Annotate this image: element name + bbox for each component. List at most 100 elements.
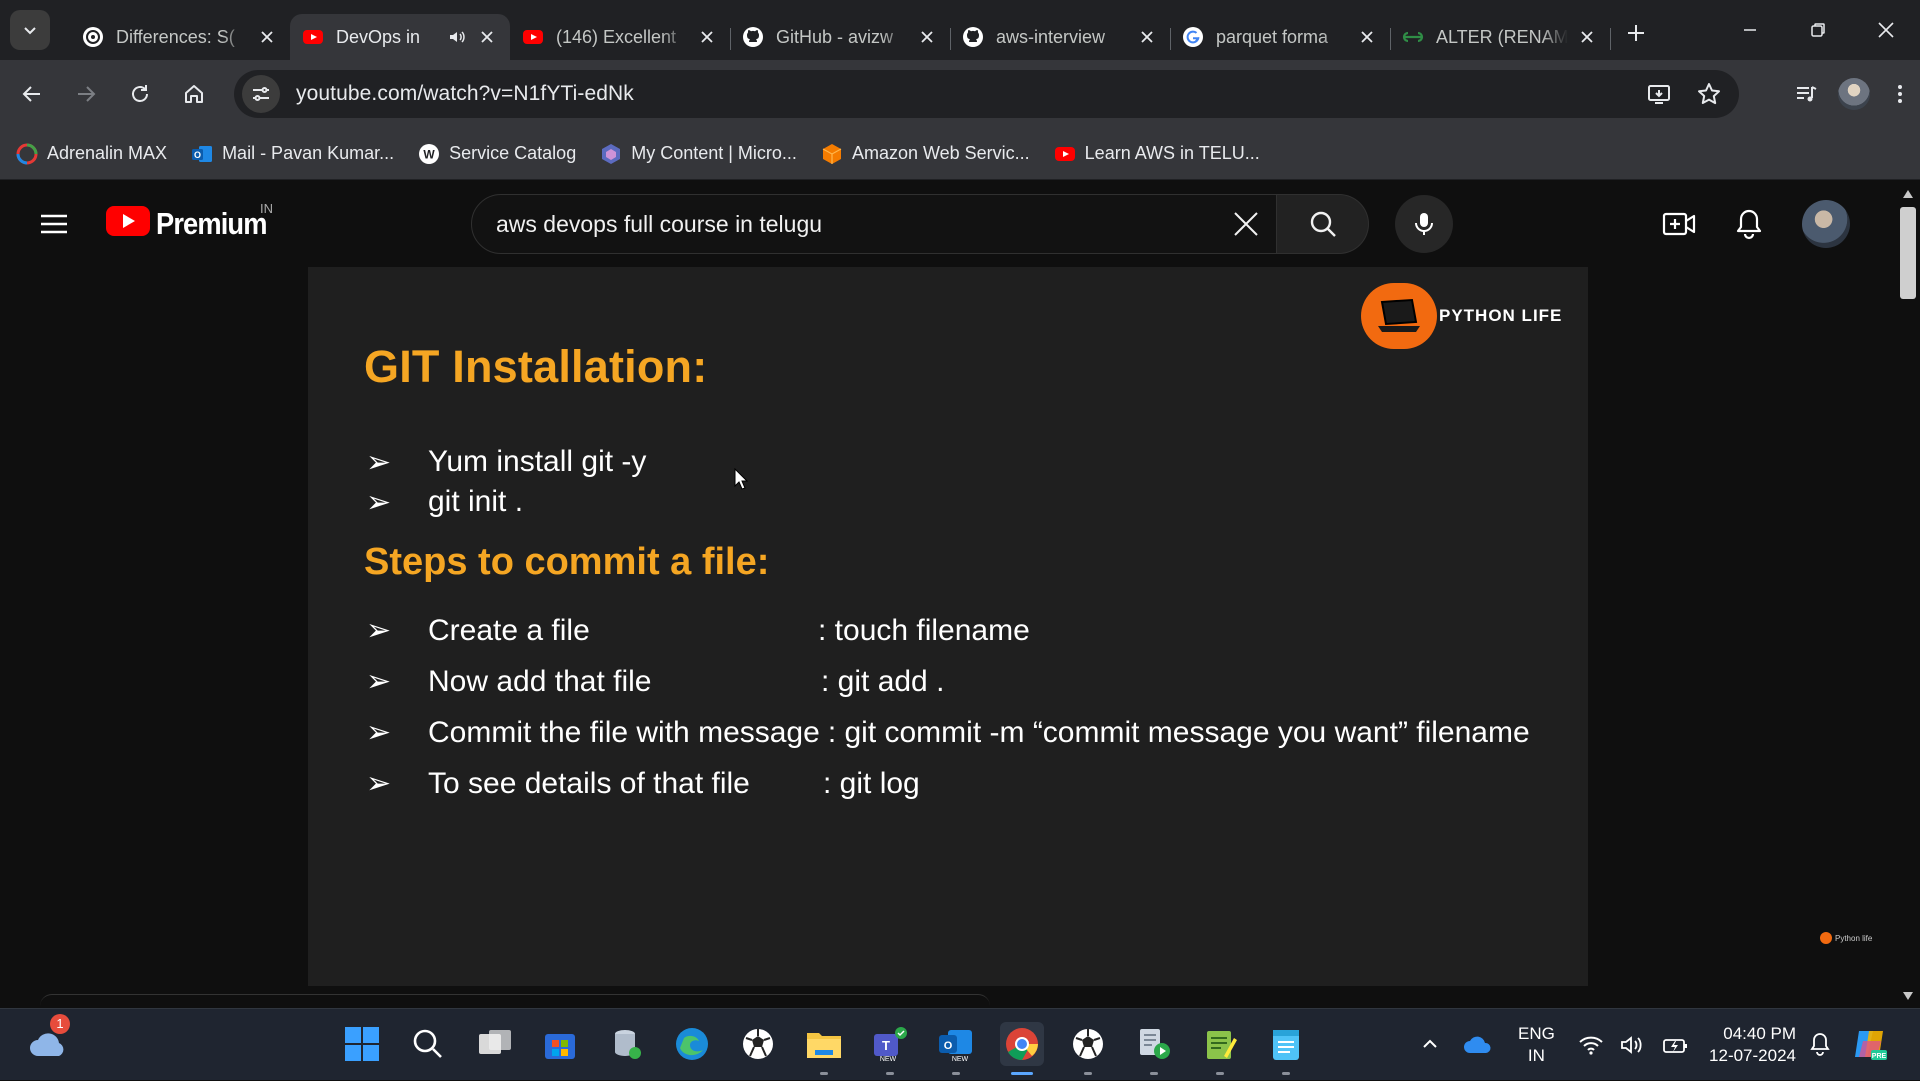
bookmark-learn-aws[interactable]: Learn AWS in TELU...	[1054, 143, 1260, 165]
step-command: : touch filename	[818, 613, 1030, 647]
reload-button[interactable]	[118, 72, 162, 116]
list-item: ➢ Now add that file : git add .	[366, 656, 1530, 707]
scroll-up-arrow-icon[interactable]	[1902, 189, 1914, 199]
step-label: To see details of that file	[428, 766, 750, 800]
svg-text:W: W	[423, 147, 435, 161]
taskbar-search-button[interactable]	[406, 1022, 450, 1066]
bookmark-aws[interactable]: Amazon Web Servic...	[821, 143, 1030, 165]
close-tab-icon[interactable]	[1356, 26, 1378, 48]
taskbar-app-notepad[interactable]	[1264, 1022, 1308, 1075]
address-bar[interactable]: youtube.com/watch?v=N1fYTi-edNk	[234, 70, 1739, 118]
tab-github-avizw[interactable]: GitHub - avizw	[730, 14, 951, 60]
minimize-button[interactable]	[1716, 0, 1784, 60]
site-info-button[interactable]	[242, 75, 280, 113]
home-button[interactable]	[172, 72, 216, 116]
tab-title: parquet forma	[1216, 26, 1329, 47]
bookmark-adrenalin[interactable]: Adrenalin MAX	[16, 143, 167, 165]
restore-button[interactable]	[1784, 0, 1852, 60]
tab-devops[interactable]: DevOps in	[290, 14, 510, 60]
watermark-logo-icon	[1820, 932, 1832, 944]
search-input[interactable]: aws devops full course in telugu	[496, 211, 1216, 238]
language-indicator[interactable]: ENG IN	[1518, 1023, 1555, 1067]
steps-title: Steps to commit a file:	[364, 541, 770, 583]
media-controls-icon[interactable]	[1794, 82, 1818, 106]
back-button[interactable]	[10, 72, 54, 116]
python-life-logo: PYTHON LIFE	[1361, 283, 1562, 349]
mouse-cursor-icon	[734, 468, 748, 490]
url-text[interactable]: youtube.com/watch?v=N1fYTi-edNk	[296, 82, 634, 106]
tab-differences[interactable]: Differences: S(	[70, 14, 290, 60]
copilot-button[interactable]: PRE	[1848, 1022, 1892, 1066]
list-item: ➢ To see details of that file : git log	[366, 758, 1530, 809]
taskbar-app-notepad-plus[interactable]	[1198, 1022, 1242, 1075]
search-box[interactable]: aws devops full course in telugu	[471, 194, 1277, 254]
onedrive-tray[interactable]	[1456, 1022, 1500, 1066]
taskbar-app-football[interactable]	[736, 1022, 780, 1066]
account-avatar[interactable]	[1802, 200, 1850, 248]
taskbar-app-store[interactable]	[538, 1022, 582, 1066]
taskbar-app-chrome[interactable]	[1000, 1022, 1044, 1075]
tab-separator	[1610, 28, 1611, 50]
bookmark-star-icon[interactable]	[1697, 82, 1721, 106]
watermark: Python life	[1820, 932, 1872, 944]
close-tab-icon[interactable]	[1136, 26, 1158, 48]
notifications-button[interactable]	[1798, 1022, 1842, 1066]
tab-aws-interview[interactable]: aws-interview	[950, 14, 1171, 60]
youtube-premium-logo[interactable]: Premium IN	[106, 201, 282, 243]
svg-text:NEW: NEW	[880, 1056, 897, 1062]
bookmark-mail[interactable]: O Mail - Pavan Kumar...	[191, 143, 394, 165]
taskbar-app-file-explorer[interactable]	[802, 1022, 846, 1075]
install-steps-list: ➢ Yum install git -y ➢ git init .	[366, 442, 646, 522]
page-scrollbar[interactable]	[1896, 181, 1920, 1005]
taskbar-app-football-2[interactable]	[1066, 1022, 1110, 1075]
video-player[interactable]: PYTHON LIFE GIT Installation: ➢ Yum inst…	[308, 267, 1588, 986]
svg-text:O: O	[194, 150, 201, 160]
install-app-icon[interactable]	[1647, 82, 1671, 106]
taskbar-app-edge[interactable]	[670, 1022, 714, 1066]
bullet-arrow-icon: ➢	[366, 614, 392, 647]
video-progress-track[interactable]	[40, 994, 990, 1006]
close-tab-icon[interactable]	[1576, 26, 1598, 48]
close-tab-icon[interactable]	[916, 26, 938, 48]
clear-search-button[interactable]	[1216, 195, 1276, 253]
close-window-button[interactable]	[1852, 0, 1920, 60]
voice-search-button[interactable]	[1395, 195, 1453, 253]
close-tab-icon[interactable]	[256, 26, 278, 48]
logo-text: Premium	[156, 206, 267, 241]
tab-parquet[interactable]: parquet forma	[1170, 14, 1391, 60]
close-tab-icon[interactable]	[696, 26, 718, 48]
search-icon	[413, 1029, 442, 1058]
taskbar-app-outlook[interactable]: O NEW	[934, 1022, 978, 1075]
scroll-down-arrow-icon[interactable]	[1902, 991, 1914, 1001]
weather-widget[interactable]: 1	[26, 1014, 70, 1066]
hamburger-menu-icon[interactable]	[38, 208, 70, 240]
tab-search-button[interactable]	[10, 10, 50, 50]
speaker-icon[interactable]	[446, 26, 468, 48]
notifications-bell-icon[interactable]	[1734, 208, 1764, 240]
taskbar-app-teams[interactable]: T NEW	[868, 1022, 912, 1075]
bookmark-my-content[interactable]: My Content | Micro...	[600, 143, 797, 165]
tab-excellent[interactable]: (146) Excellent	[510, 14, 731, 60]
tab-title: Differences: S(	[116, 26, 235, 47]
new-tab-button[interactable]	[1616, 13, 1656, 53]
scrollbar-thumb[interactable]	[1900, 207, 1916, 299]
taskbar-app-media[interactable]	[1132, 1022, 1176, 1075]
task-view-button[interactable]	[473, 1022, 517, 1066]
show-hidden-icons-button[interactable]	[1408, 1022, 1452, 1066]
start-button[interactable]	[340, 1022, 384, 1066]
bullet-arrow-icon: ➢	[366, 665, 392, 698]
notepad-icon	[1273, 1030, 1299, 1060]
minimize-icon	[1744, 29, 1756, 31]
search-button[interactable]	[1277, 194, 1369, 254]
profile-avatar-button[interactable]	[1838, 78, 1870, 110]
forward-button[interactable]	[64, 72, 108, 116]
system-tray[interactable]	[1578, 1009, 1690, 1081]
taskbar-app-database[interactable]	[605, 1022, 649, 1066]
kebab-menu-icon[interactable]	[1890, 82, 1910, 106]
create-video-icon[interactable]	[1662, 209, 1696, 239]
tab-alter-rename[interactable]: ALTER (RENAM	[1390, 14, 1611, 60]
watermark-text: Python life	[1835, 933, 1873, 943]
bookmark-service-catalog[interactable]: W Service Catalog	[418, 143, 576, 165]
close-tab-icon[interactable]	[476, 26, 498, 48]
clock[interactable]: 04:40 PM 12-07-2024	[1700, 1023, 1796, 1067]
